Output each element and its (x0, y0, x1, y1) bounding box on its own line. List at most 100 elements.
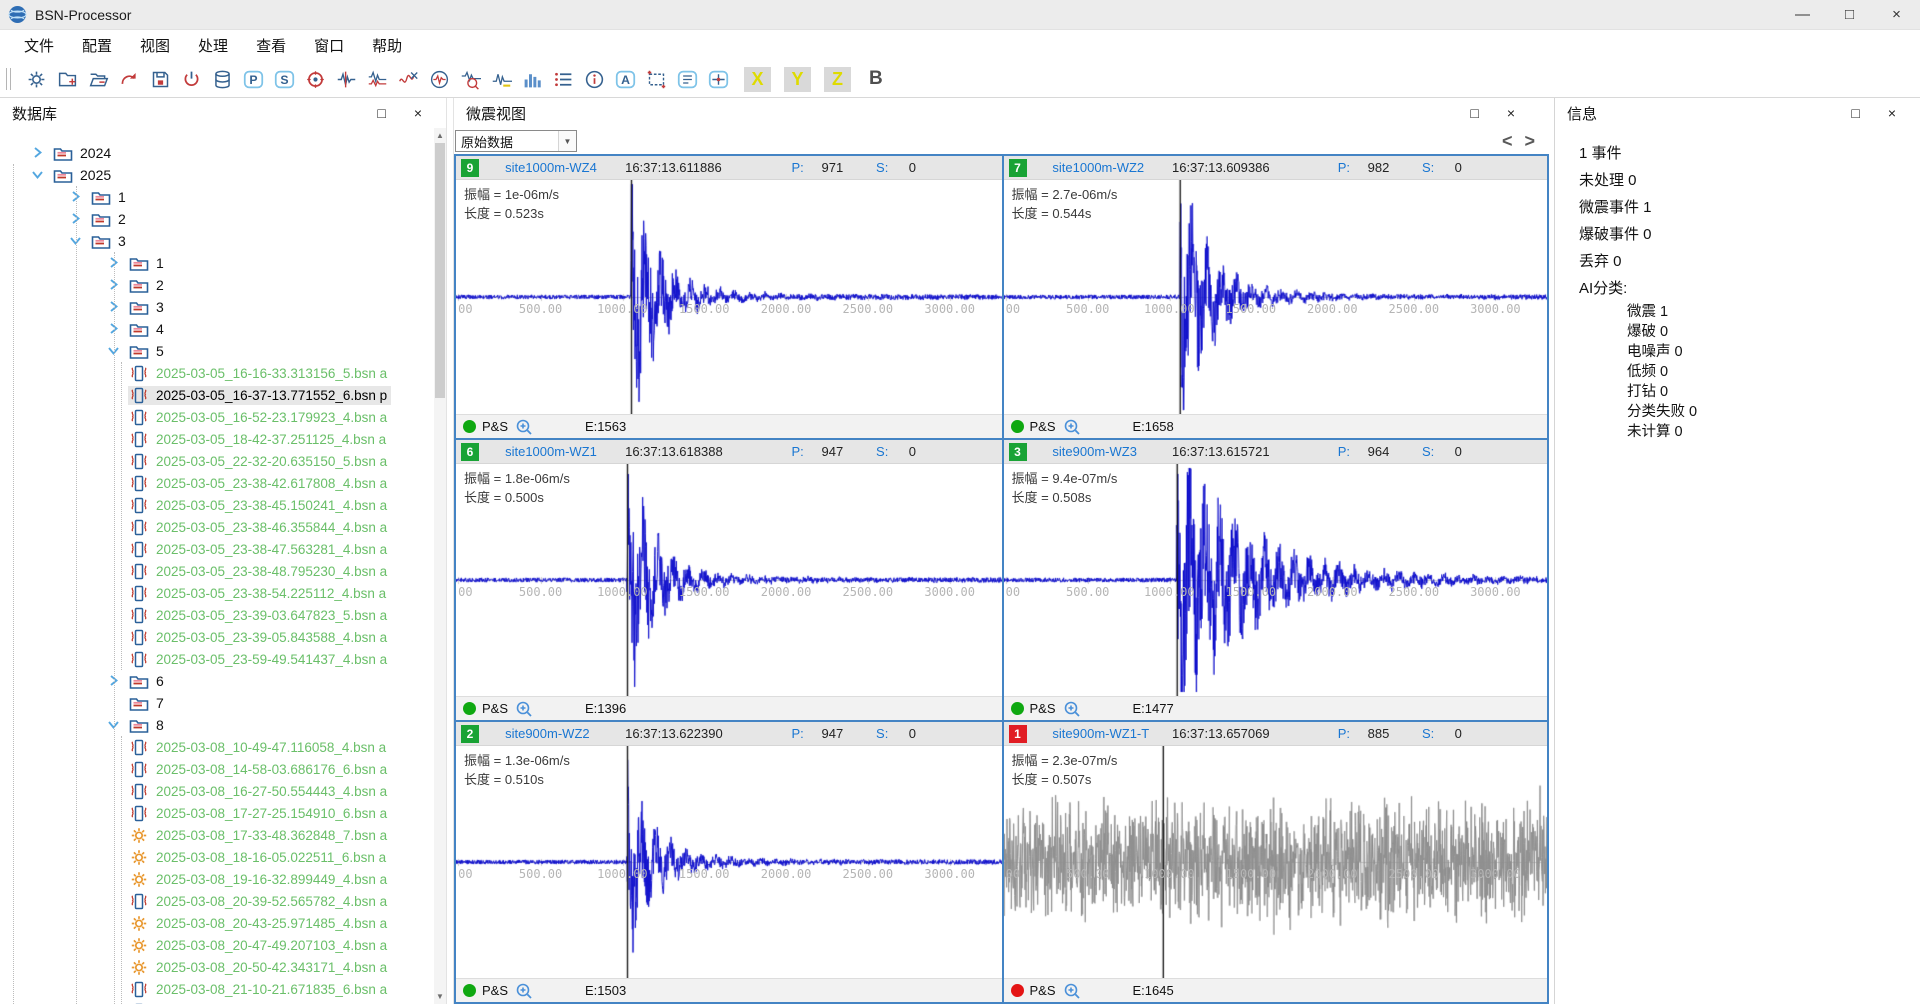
chevron-right-icon[interactable] (107, 278, 123, 293)
axis-z-button[interactable]: Z (824, 67, 851, 92)
menu-item-2[interactable]: 视图 (126, 35, 184, 56)
tree-folder-2024[interactable]: 2024 (0, 142, 434, 164)
chevron-right-icon[interactable] (107, 300, 123, 315)
zoom-in-icon[interactable] (1063, 418, 1081, 436)
chevron-down-icon[interactable] (107, 344, 123, 359)
waveform-plot[interactable]: 振幅 = 1.8e-06m/s长度 = 0.500s00500.001000.0… (456, 464, 1002, 696)
tree-folder-8[interactable]: 8 (0, 714, 434, 736)
wave-cut-icon[interactable] (396, 67, 421, 92)
tree-folder-3[interactable]: 3 (0, 230, 434, 252)
tree-folder-2025[interactable]: 2025 (0, 164, 434, 186)
zoom-in-icon[interactable] (1063, 982, 1081, 1000)
tree-file-item[interactable]: 2025-03-05_23-39-05.843588_4.bsn a (0, 626, 434, 648)
tree-file-item[interactable]: 2025-03-08_17-27-25.154910_6.bsn a (0, 802, 434, 824)
channel-name[interactable]: site900m-WZ3 (1052, 444, 1137, 459)
report-icon[interactable] (675, 67, 700, 92)
waveform-maximize-button[interactable]: □ (1470, 105, 1478, 121)
crosshair-icon[interactable] (706, 67, 731, 92)
waveform-plot[interactable]: 振幅 = 2.3e-07m/s长度 = 0.507s00500.001000.0… (1004, 746, 1548, 978)
tree-file-item[interactable]: 2025-03-05_16-16-33.313156_5.bsn a (0, 362, 434, 384)
channel-name[interactable]: site900m-WZ1-T (1052, 726, 1149, 741)
tree-file-item[interactable]: 2025-03-08_21-10-21.671835_6.bsn a (0, 978, 434, 1000)
tree-file-item[interactable]: 2025-03-05_23-38-54.225112_4.bsn a (0, 582, 434, 604)
waveform-plot[interactable]: 振幅 = 2.7e-06m/s长度 = 0.544s00500.001000.0… (1004, 180, 1548, 414)
chevron-right-icon[interactable] (69, 190, 85, 205)
tree-scrollbar[interactable]: ▲ ▼ (434, 128, 446, 1004)
tree-folder-1[interactable]: 1 (0, 252, 434, 274)
p-marker-icon[interactable]: P (241, 67, 266, 92)
tree-file-item[interactable]: 2025-03-05_23-38-42.617808_4.bsn a (0, 472, 434, 494)
channel-name[interactable]: site1000m-WZ4 (505, 160, 597, 175)
power-icon[interactable] (179, 67, 204, 92)
channel-name[interactable]: site1000m-WZ1 (505, 444, 597, 459)
tree-file-item[interactable]: 2025-03-05_16-52-23.179923_4.bsn a (0, 406, 434, 428)
region-select-icon[interactable] (644, 67, 669, 92)
tree-file-item[interactable]: 2025-03-08_20-43-25.971485_4.bsn a (0, 912, 434, 934)
dropdown-arrow-icon[interactable]: ▼ (558, 131, 576, 151)
open-folder-icon[interactable] (86, 67, 111, 92)
menu-item-0[interactable]: 文件 (10, 35, 68, 56)
chevron-right-icon[interactable] (69, 212, 85, 227)
tree-folder-6[interactable]: 6 (0, 670, 434, 692)
chevron-down-icon[interactable] (31, 168, 47, 183)
save-icon[interactable] (148, 67, 173, 92)
wave-filter-icon[interactable] (489, 67, 514, 92)
database-icon[interactable] (210, 67, 235, 92)
tree-file-item[interactable]: 2025-03-05_18-42-37.251125_4.bsn a (0, 428, 434, 450)
menu-item-5[interactable]: 窗口 (300, 35, 358, 56)
chevron-right-icon[interactable] (107, 674, 123, 689)
data-source-dropdown[interactable]: 原始数据 ▼ (455, 130, 577, 152)
database-maximize-button[interactable]: □ (377, 105, 385, 121)
scroll-down-icon[interactable]: ▼ (434, 989, 446, 1004)
chevron-right-icon[interactable] (107, 322, 123, 337)
menu-item-6[interactable]: 帮助 (358, 35, 416, 56)
zoom-in-icon[interactable] (515, 982, 533, 1000)
menu-item-4[interactable]: 查看 (242, 35, 300, 56)
info-icon[interactable] (582, 67, 607, 92)
tree-file-item[interactable]: 2025-03-08_16-27-50.554443_4.bsn a (0, 780, 434, 802)
zoom-in-icon[interactable] (515, 418, 533, 436)
scrollbar-thumb[interactable] (435, 143, 445, 398)
label-a-icon[interactable]: A (613, 67, 638, 92)
tree-folder-2[interactable]: 2 (0, 208, 434, 230)
tree-folder-3[interactable]: 3 (0, 296, 434, 318)
axis-y-button[interactable]: Y (784, 67, 811, 92)
waveform-close-button[interactable]: × (1507, 105, 1515, 121)
tree-file-item[interactable]: 2025-03-08_14-58-03.686176_6.bsn a (0, 758, 434, 780)
chevron-down-icon[interactable] (107, 718, 123, 733)
chevron-down-icon[interactable] (69, 234, 85, 249)
tree-folder-1[interactable]: 1 (0, 186, 434, 208)
wave-pick-icon[interactable] (334, 67, 359, 92)
tree-file-item[interactable]: 2025-03-08_20-50-42.343171_4.bsn a (0, 956, 434, 978)
event-list-icon[interactable] (551, 67, 576, 92)
axis-x-button[interactable]: X (744, 67, 771, 92)
wave-circle-icon[interactable] (427, 67, 452, 92)
settings-icon[interactable] (24, 67, 49, 92)
panel-splitter-left[interactable] (446, 98, 454, 1004)
locate-icon[interactable] (303, 67, 328, 92)
waveform-plot[interactable]: 振幅 = 9.4e-07m/s长度 = 0.508s00500.001000.0… (1004, 464, 1548, 696)
tree-folder-4[interactable]: 4 (0, 318, 434, 340)
tree-file-item[interactable]: 2025-03-08_19-16-32.899449_4.bsn a (0, 868, 434, 890)
prev-event-button[interactable]: < (1502, 131, 1513, 152)
channel-name[interactable]: site1000m-WZ2 (1052, 160, 1144, 175)
bold-b-button[interactable]: B (869, 68, 883, 90)
minimize-button[interactable]: — (1779, 0, 1826, 30)
zoom-in-icon[interactable] (1063, 700, 1081, 718)
menu-item-1[interactable]: 配置 (68, 35, 126, 56)
histogram-icon[interactable] (520, 67, 545, 92)
tree-folder-5[interactable]: 5 (0, 340, 434, 362)
tree-folder-7[interactable]: 7 (0, 692, 434, 714)
add-folder-icon[interactable] (55, 67, 80, 92)
tree-file-item[interactable]: 2025-03-05_23-59-49.541437_4.bsn a (0, 648, 434, 670)
chevron-right-icon[interactable] (107, 256, 123, 271)
scroll-up-icon[interactable]: ▲ (434, 128, 446, 143)
tree-file-item[interactable]: 2025-03-05_23-38-47.563281_4.bsn a (0, 538, 434, 560)
tree-file-item[interactable]: 2025-03-08_18-16-05.022511_6.bsn a (0, 846, 434, 868)
tree-file-item[interactable]: 2025-03-08_17-33-48.362848_7.bsn a (0, 824, 434, 846)
waveform-plot[interactable]: 振幅 = 1e-06m/s长度 = 0.523s00500.001000.001… (456, 180, 1002, 414)
info-close-button[interactable]: × (1888, 105, 1896, 121)
waveform-plot[interactable]: 振幅 = 1.3e-06m/s长度 = 0.510s00500.001000.0… (456, 746, 1002, 978)
tree-file-item[interactable]: 2025-03-05_23-38-48.795230_4.bsn a (0, 560, 434, 582)
zoom-in-icon[interactable] (515, 700, 533, 718)
